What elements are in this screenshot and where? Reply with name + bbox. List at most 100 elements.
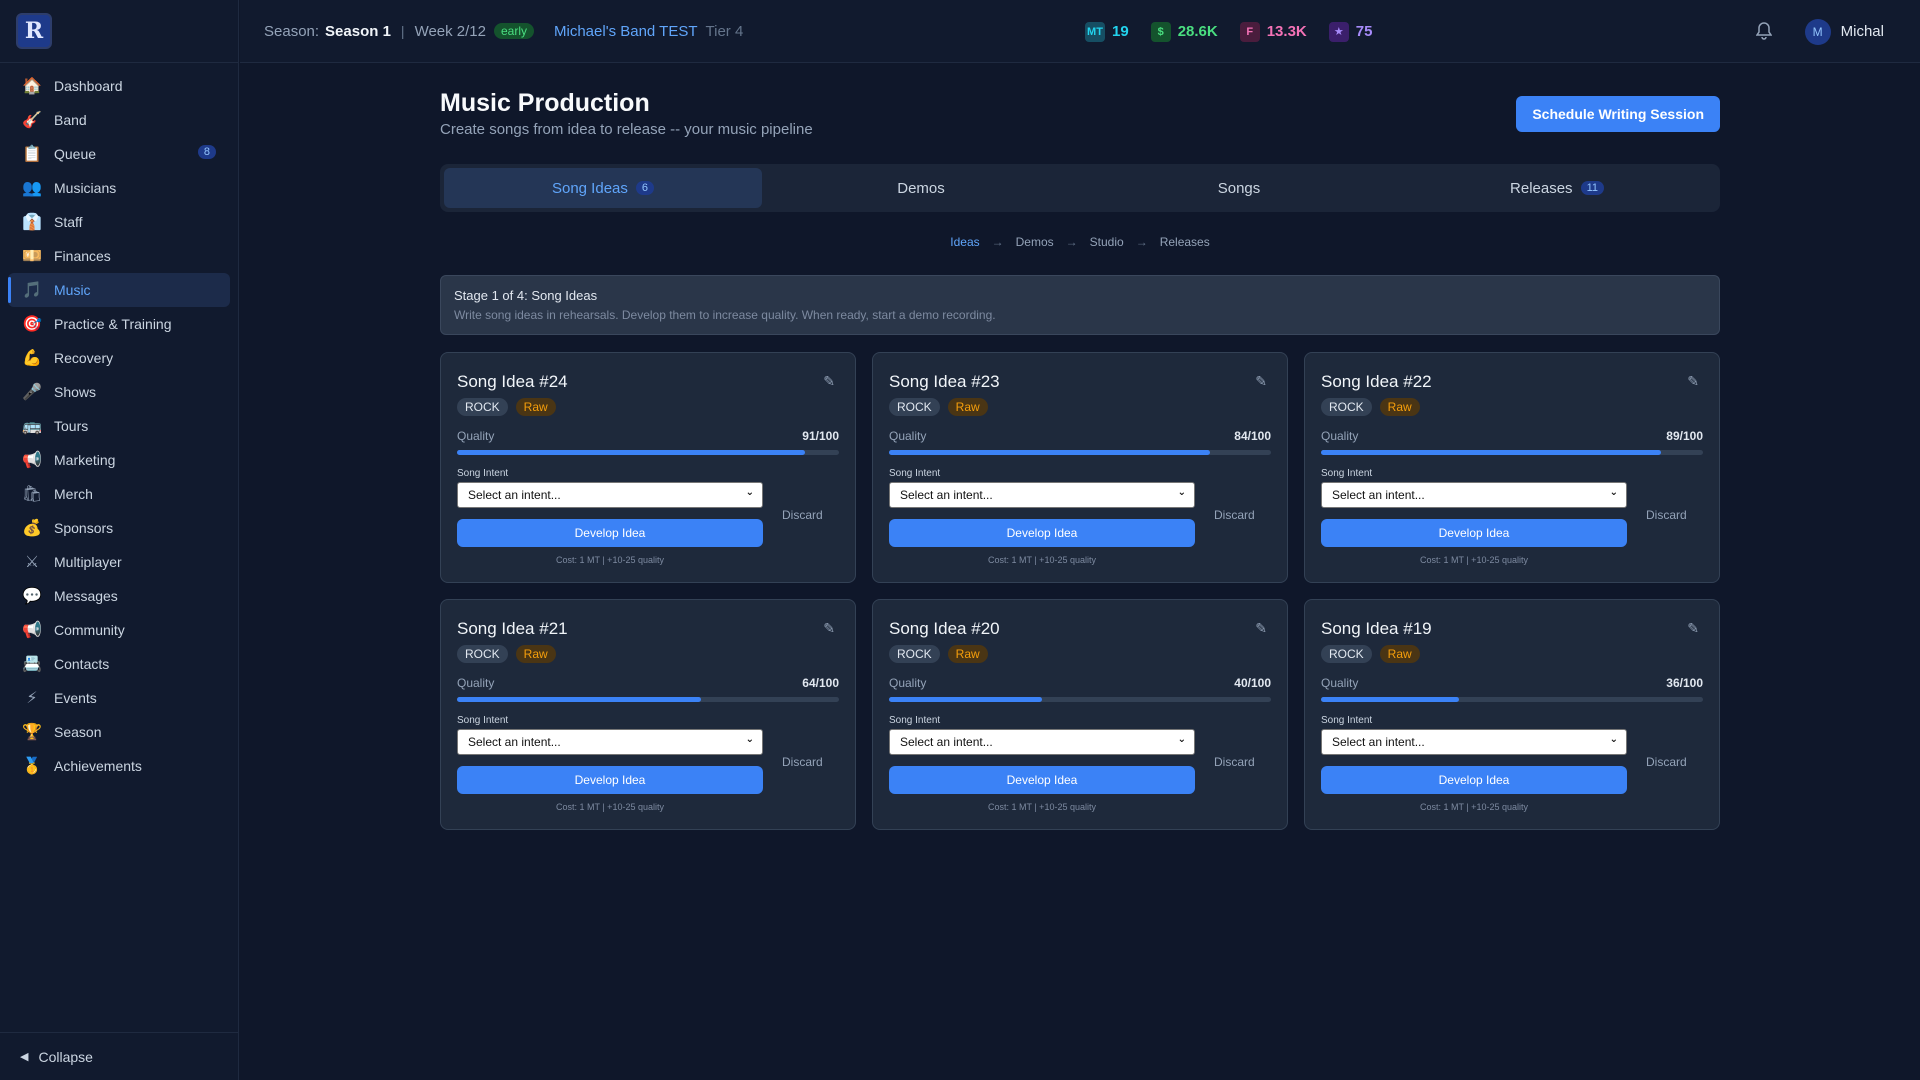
sidebar-item-queue[interactable]: 📋 Queue 8 [8, 137, 230, 171]
arrow-right-icon: → [1135, 235, 1148, 249]
develop-idea-button[interactable]: Develop Idea [457, 766, 763, 794]
discard-button[interactable]: Discard [782, 755, 823, 769]
discard-button[interactable]: Discard [1646, 755, 1687, 769]
song-intent-label: Song Intent [889, 468, 941, 479]
sidebar-item-sponsors[interactable]: 💰 Sponsors [8, 511, 230, 545]
schedule-writing-session-button[interactable]: Schedule Writing Session [1516, 96, 1720, 132]
song-idea-title: Song Idea #19 [1321, 619, 1432, 638]
tab-releases[interactable]: Releases 11 [1398, 168, 1716, 208]
sidebar-item-contacts[interactable]: 📇 Contacts [8, 647, 230, 681]
song-intent-select[interactable]: Select an intent... ⌄ [457, 729, 763, 755]
pencil-icon[interactable]: ✎ [823, 620, 835, 637]
season-indicator: Season: Season 1 [264, 23, 391, 40]
sidebar-item-finances[interactable]: 💴 Finances [8, 239, 230, 273]
sidebar-item-shows[interactable]: 🎤 Shows [8, 375, 230, 409]
season-value: Season 1 [325, 22, 391, 40]
mt-stat: MT 19 [1085, 21, 1129, 42]
band-name-link[interactable]: Michael's Band TEST [554, 23, 697, 40]
sidebar-item-multiplayer[interactable]: ⚔ Multiplayer [8, 545, 230, 579]
sidebar-item-musicians[interactable]: 👥 Musicians [8, 171, 230, 205]
sidebar-item-music[interactable]: 🎵 Music [8, 273, 230, 307]
develop-idea-button[interactable]: Develop Idea [1321, 766, 1627, 794]
home-icon: 🏠 [22, 78, 42, 95]
page-subtitle: Create songs from idea to release -- you… [440, 121, 813, 138]
quality-bar [457, 697, 839, 702]
sidebar-item-label: Finances [54, 248, 111, 264]
song-intent-select[interactable]: Select an intent... ⌄ [1321, 482, 1627, 508]
sidebar-item-band[interactable]: 🎸 Band [8, 103, 230, 137]
sidebar-item-label: Achievements [54, 758, 142, 774]
song-intent-select[interactable]: Select an intent... ⌄ [457, 482, 763, 508]
sidebar-item-label: Band [54, 112, 87, 128]
pencil-icon[interactable]: ✎ [1255, 620, 1267, 637]
pencil-icon[interactable]: ✎ [1687, 620, 1699, 637]
tab-song-ideas[interactable]: Song Ideas 6 [444, 168, 762, 208]
discard-button[interactable]: Discard [1646, 508, 1687, 522]
quality-value: 91/100 [802, 429, 839, 443]
pencil-icon[interactable]: ✎ [1255, 373, 1267, 390]
sidebar-item-dashboard[interactable]: 🏠 Dashboard [8, 69, 230, 103]
discard-button[interactable]: Discard [1214, 755, 1255, 769]
cost-note: Cost: 1 MT | +10-25 quality [556, 555, 664, 565]
bell-icon[interactable] [1755, 22, 1773, 45]
develop-idea-button[interactable]: Develop Idea [889, 766, 1195, 794]
tab-songs[interactable]: Songs [1080, 168, 1398, 208]
discard-button[interactable]: Discard [782, 508, 823, 522]
discard-button[interactable]: Discard [1214, 508, 1255, 522]
song-intent-select[interactable]: Select an intent... ⌄ [889, 482, 1195, 508]
song-intent-select[interactable]: Select an intent... ⌄ [1321, 729, 1627, 755]
pencil-icon[interactable]: ✎ [1687, 373, 1699, 390]
pipeline-breadcrumb: Ideas → Demos → Studio → Releases [440, 235, 1720, 249]
sidebar-item-messages[interactable]: 💬 Messages [8, 579, 230, 613]
sidebar-item-label: Tours [54, 418, 89, 434]
pencil-icon[interactable]: ✎ [823, 373, 835, 390]
song-intent-label: Song Intent [457, 468, 509, 479]
tie-icon: 👔 [22, 214, 42, 231]
stage-description: Write song ideas in rehearsals. Develop … [454, 308, 996, 322]
sidebar-item-practice-training[interactable]: 🎯 Practice & Training [8, 307, 230, 341]
pipeline-step-ideas[interactable]: Ideas [950, 235, 979, 249]
sidebar-item-label: Contacts [54, 656, 110, 672]
sidebar-item-staff[interactable]: 👔 Staff [8, 205, 230, 239]
card-index-icon: 📇 [22, 656, 42, 673]
quality-label: Quality [889, 429, 927, 443]
develop-idea-button[interactable]: Develop Idea [457, 519, 763, 547]
app-logo[interactable]: R [16, 13, 52, 49]
tier-label: Tier 4 [705, 22, 744, 40]
collapse-button[interactable]: ◀ Collapse [0, 1032, 239, 1080]
money-icon: 💴 [22, 248, 42, 265]
sidebar-item-tours[interactable]: 🚌 Tours [8, 409, 230, 443]
reputation-stat: ★ 75 [1328, 21, 1372, 42]
sidebar-item-merch[interactable]: 🛍 Merch [8, 477, 230, 511]
pipeline-step-studio[interactable]: Studio [1090, 235, 1124, 249]
state-tag: Raw [515, 645, 556, 663]
sidebar-item-achievements[interactable]: 🥇 Achievements [8, 749, 230, 783]
sidebar-item-recovery[interactable]: 💪 Recovery [8, 341, 230, 375]
sidebar-item-community[interactable]: 📢 Community [8, 613, 230, 647]
user-menu[interactable]: M Michal [1804, 0, 1884, 63]
week-indicator: Week 2/12 [414, 22, 486, 40]
quality-bar-fill [889, 697, 1042, 702]
select-value: Select an intent... [1332, 735, 1425, 749]
tab-demos[interactable]: Demos [762, 168, 1080, 208]
song-intent-select[interactable]: Select an intent... ⌄ [889, 729, 1195, 755]
develop-idea-button[interactable]: Develop Idea [1321, 519, 1627, 547]
song-idea-title: Song Idea #23 [889, 372, 1000, 391]
cost-note: Cost: 1 MT | +10-25 quality [1420, 802, 1528, 812]
sidebar-item-label: Recovery [54, 350, 114, 366]
develop-idea-button[interactable]: Develop Idea [889, 519, 1195, 547]
clipboard-icon: 📋 [22, 146, 42, 163]
shopping-bag-icon: 🛍 [21, 486, 43, 503]
quality-bar [457, 450, 839, 455]
sidebar-item-season[interactable]: 🏆 Season [8, 715, 230, 749]
pipeline-step-releases[interactable]: Releases [1160, 235, 1210, 249]
sidebar-item-events[interactable]: ⚡ Events [8, 681, 230, 715]
chevron-down-icon: ⌄ [1177, 487, 1186, 498]
brand: R [0, 0, 238, 63]
sidebar-item-label: Musicians [54, 180, 117, 196]
pipeline-step-demos[interactable]: Demos [1016, 235, 1054, 249]
song-idea-card: Song Idea #22 ✎ ROCK Raw Quality 89/100 … [1304, 352, 1720, 583]
state-tag: Raw [515, 398, 556, 416]
sidebar-item-marketing[interactable]: 📢 Marketing [8, 443, 230, 477]
arrow-right-icon: → [991, 235, 1004, 249]
